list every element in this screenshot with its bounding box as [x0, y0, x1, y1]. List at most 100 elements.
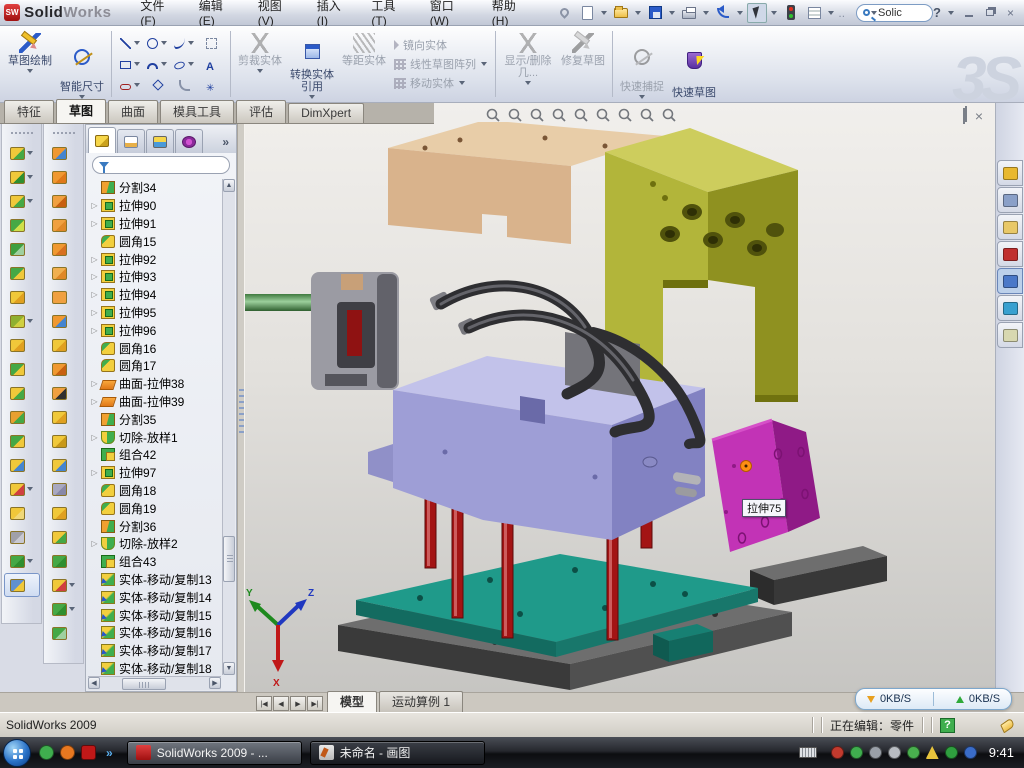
hide-show-items-icon[interactable] [617, 107, 634, 123]
text-tool[interactable] [198, 54, 225, 75]
green-sync-icon[interactable] [907, 746, 920, 759]
configurationmanager-tab-icon[interactable] [146, 129, 174, 153]
green-shield-icon[interactable] [850, 746, 863, 759]
search-scope-dropdown[interactable] [871, 11, 877, 15]
help-icon[interactable]: ? [933, 5, 941, 20]
red-shield-icon[interactable] [831, 746, 844, 759]
expand-arrow-icon[interactable]: ▷ [88, 539, 101, 548]
sketch-button[interactable]: 草图绘制 [4, 29, 56, 99]
polygon-tool[interactable] [144, 75, 171, 96]
tree-item[interactable]: ▷ 切除-放样2 [88, 535, 221, 553]
propertymanager-tab-icon[interactable] [117, 129, 145, 153]
study-tab[interactable]: 运动算例 1 [379, 691, 463, 712]
start-button[interactable] [3, 739, 31, 767]
linear-sketch-pattern-button[interactable]: 线性草图阵列 [394, 56, 488, 72]
linear-pattern-icon[interactable] [4, 309, 40, 333]
tree-item[interactable]: ▷ 圆角19 [88, 499, 221, 517]
knit-surface-icon[interactable] [46, 429, 82, 453]
selection-box-tool[interactable] [198, 33, 225, 54]
launcher-icon[interactable] [60, 745, 75, 760]
toolbar-overflow[interactable]: .. [838, 6, 845, 20]
study-nav-button[interactable]: ▶ [290, 696, 306, 711]
tree-item[interactable]: ▷ 分割34 [88, 179, 221, 197]
expand-arrow-icon[interactable]: ▷ [88, 433, 101, 442]
view-orientation-icon[interactable] [573, 107, 590, 123]
select-tool-icon[interactable] [747, 3, 767, 23]
swept-surface-icon[interactable] [46, 189, 82, 213]
tree-item[interactable]: ▷ 实体-移动/复制15 [88, 606, 221, 624]
doc-close-button[interactable]: × [975, 108, 983, 124]
task-button[interactable]: 未命名 - 画图 [310, 741, 485, 765]
curve-icon[interactable] [4, 525, 40, 549]
tree-item[interactable]: ▷ 曲面-拉伸39 [88, 393, 221, 411]
doc-restore-button[interactable] [963, 109, 965, 123]
chamfer-icon[interactable] [4, 213, 40, 237]
tree-item[interactable]: ▷ 组合43 [88, 553, 221, 571]
draft-icon[interactable] [4, 261, 40, 285]
tree-item[interactable]: ▷ 实体-移动/复制18 [88, 660, 221, 675]
zoom-selection-icon[interactable] [529, 107, 546, 123]
slot-tool[interactable] [117, 75, 144, 96]
trim-surface-icon[interactable] [46, 477, 82, 501]
ellipse-tool[interactable] [171, 54, 198, 75]
study-nav-button[interactable]: ◀ [273, 696, 289, 711]
display-style-icon[interactable] [595, 107, 612, 123]
freeform-icon[interactable] [46, 573, 82, 597]
delete-face-icon[interactable] [46, 381, 82, 405]
point-tool[interactable] [198, 75, 225, 96]
expand-arrow-icon[interactable]: ▷ [88, 201, 101, 210]
study-nav-button[interactable]: |◀ [256, 696, 272, 711]
circle-tool[interactable] [144, 33, 171, 54]
commandmanager-tab[interactable]: 曲面 [108, 100, 158, 123]
expand-arrow-icon[interactable]: ▷ [88, 468, 101, 477]
tree-item[interactable]: ▷ 圆角16 [88, 339, 221, 357]
spline-tool-icon[interactable] [4, 549, 40, 573]
tree-item[interactable]: ▷ 分割36 [88, 517, 221, 535]
mirror-entities-button[interactable]: 镜向实体 [394, 37, 488, 53]
dome-icon[interactable] [4, 381, 40, 405]
scroll-up-icon[interactable]: ▲ [223, 179, 235, 192]
tree-item[interactable]: ▷ 圆角18 [88, 482, 221, 500]
options-icon[interactable] [804, 3, 824, 23]
fillet-icon[interactable] [4, 189, 40, 213]
scroll-thumb[interactable] [223, 536, 235, 582]
tags-icon[interactable] [1000, 717, 1015, 733]
boundary-surface-icon[interactable] [46, 237, 82, 261]
line-tool[interactable] [117, 33, 144, 54]
tree-item[interactable]: ▷ 拉伸93 [88, 268, 221, 286]
help-dropdown[interactable] [948, 11, 954, 15]
new-document-icon[interactable] [577, 3, 597, 23]
expand-arrow-icon[interactable]: ▷ [88, 255, 101, 264]
curve-through-points-icon[interactable] [46, 597, 82, 621]
featuremanager-tab-icon[interactable] [88, 127, 116, 153]
gear-check-icon[interactable] [869, 746, 882, 759]
print-dropdown[interactable] [703, 11, 709, 15]
tree-item[interactable]: ▷ 实体-移动/复制17 [88, 642, 221, 660]
offset-surface-icon[interactable] [46, 309, 82, 333]
plus-shield-icon[interactable] [945, 746, 958, 759]
tree-item[interactable]: ▷ 圆角15 [88, 232, 221, 250]
replace-face-icon[interactable] [46, 405, 82, 429]
input-keyboard-icon[interactable] [799, 747, 817, 758]
network-speed-widget[interactable]: 0KB/S 0KB/S [855, 688, 1012, 710]
commandmanager-tab[interactable]: DimXpert [288, 103, 364, 123]
tree-item[interactable]: ▷ 实体-移动/复制13 [88, 571, 221, 589]
select-dropdown[interactable] [771, 11, 777, 15]
fillet-surface-icon[interactable] [46, 525, 82, 549]
restore-button[interactable] [982, 6, 997, 19]
netmeter-ball-icon[interactable] [964, 746, 977, 759]
scroll-left-icon[interactable]: ◀ [88, 677, 100, 689]
rib-icon[interactable] [4, 333, 40, 357]
resources-home-icon[interactable] [997, 160, 1023, 186]
scroll-down-icon[interactable]: ▼ [223, 662, 235, 675]
offset-entities-button[interactable]: 等距实体 [338, 29, 390, 99]
split-icon[interactable] [4, 405, 40, 429]
hscroll-thumb[interactable] [122, 678, 166, 690]
design-library-icon[interactable] [997, 187, 1023, 213]
undo-dropdown[interactable] [737, 11, 743, 15]
tree-item[interactable]: ▷ 分割35 [88, 410, 221, 428]
tree-item[interactable]: ▷ 拉伸92 [88, 250, 221, 268]
study-tab[interactable]: 模型 [327, 691, 377, 712]
move-entities-button[interactable]: 移动实体 [394, 75, 488, 91]
tree-item[interactable]: ▷ 实体-移动/复制14 [88, 588, 221, 606]
